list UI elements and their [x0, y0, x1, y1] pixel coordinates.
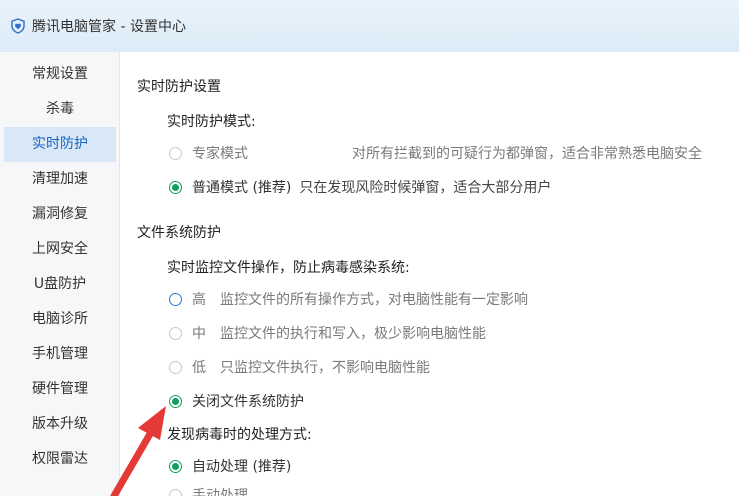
option-label: 专家模式 [192, 146, 248, 162]
option-desc: 对所有拦截到的可疑行为都弹窗，适合非常熟悉电脑安全 [352, 146, 702, 162]
protection-low-radio[interactable] [169, 360, 182, 374]
option-label: 高 [192, 292, 206, 308]
sidebar-item-cleanup[interactable]: 清理加速 [4, 162, 116, 197]
protection-low-option[interactable]: 低 只监控文件执行，不影响电脑性能 [169, 357, 430, 377]
expert-mode-radio[interactable] [169, 146, 182, 160]
option-desc: 监控文件的执行和写入，极少影响电脑性能 [220, 326, 486, 342]
option-label: 自动处理 (推荐) [192, 459, 292, 475]
shield-heart-icon [11, 18, 25, 34]
sidebar-item-general[interactable]: 常规设置 [4, 57, 116, 92]
expert-mode-option[interactable]: 专家模式 对所有拦截到的可疑行为都弹窗，适合非常熟悉电脑安全 [169, 143, 702, 163]
sidebar-item-realtime-protection[interactable]: 实时防护 [4, 127, 116, 162]
sidebar-item-antivirus[interactable]: 杀毒 [4, 92, 116, 127]
realtime-section-title: 实时防护设置 [137, 79, 221, 95]
option-label: 手动处理 [192, 488, 248, 496]
protection-medium-radio[interactable] [169, 326, 182, 340]
sidebar-item-pc-clinic[interactable]: 电脑诊所 [4, 302, 116, 337]
window-title: 腾讯电脑管家 - 设置中心 [32, 19, 186, 35]
option-desc: 只监控文件执行，不影响电脑性能 [220, 360, 430, 376]
red-arrow-annotation [110, 406, 166, 496]
option-label: 低 [192, 360, 206, 376]
sidebar-item-usb-protection[interactable]: U盘防护 [4, 267, 116, 302]
normal-mode-option[interactable]: 普通模式 (推荐) 只在发现风险时候弹窗，适合大部分用户 [169, 177, 551, 197]
option-desc: 监控文件的所有操作方式，对电脑性能有一定影响 [220, 292, 528, 308]
protection-high-radio[interactable] [169, 292, 182, 306]
option-desc: 只在发现风险时候弹窗，适合大部分用户 [299, 180, 552, 196]
settings-content: 实时防护设置 实时防护模式: 专家模式 对所有拦截到的可疑行为都弹窗，适合非常熟… [121, 52, 739, 496]
sidebar-item-phone[interactable]: 手机管理 [4, 337, 116, 372]
option-label: 中 [192, 326, 206, 342]
realtime-mode-label: 实时防护模式: [167, 114, 256, 130]
protection-high-option[interactable]: 高 监控文件的所有操作方式，对电脑性能有一定影响 [169, 289, 528, 309]
filesystem-monitor-label: 实时监控文件操作，防止病毒感染系统: [167, 260, 410, 276]
sidebar-item-web-security[interactable]: 上网安全 [4, 232, 116, 267]
sidebar-item-vulnerability[interactable]: 漏洞修复 [4, 197, 116, 232]
option-label: 普通模式 (推荐) [192, 180, 292, 196]
filesystem-section-title: 文件系统防护 [137, 225, 221, 241]
title-bar: 腾讯电脑管家 - 设置中心 [0, 0, 739, 52]
protection-medium-option[interactable]: 中 监控文件的执行和写入，极少影响电脑性能 [169, 323, 486, 343]
normal-mode-radio[interactable] [169, 180, 182, 194]
option-label: 关闭文件系统防护 [192, 394, 304, 410]
